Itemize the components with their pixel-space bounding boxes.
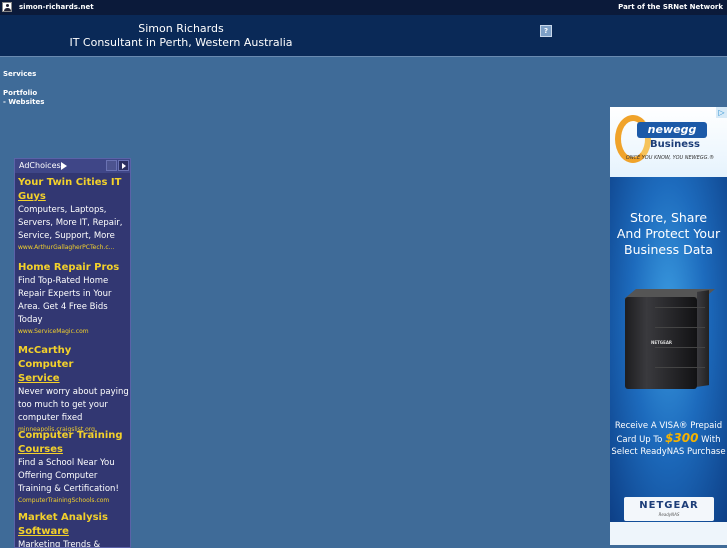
nas-device-label: NETGEAR [651, 340, 672, 345]
site-name[interactable]: simon-richards.net [19, 3, 94, 11]
ad-description: Never worry about paying too much to get… [18, 387, 129, 423]
banner-offer: Receive A VISA® Prepaid Card Up To $300 … [611, 421, 726, 457]
nas-bay [655, 307, 705, 322]
netgear-logo: NETGEAR ReadyNAS [624, 497, 714, 521]
ad-description: Computers, Laptops, Servers, More IT, Re… [18, 205, 123, 241]
site-owner-name: Simon Richards [138, 22, 224, 35]
nav-item-portfolio[interactable]: Portfolio [3, 89, 37, 97]
adchoices-icon[interactable] [61, 162, 67, 170]
site-header: Simon Richards IT Consultant in Perth, W… [0, 15, 727, 57]
nav-item-websites[interactable]: - Websites [3, 98, 44, 106]
netgear-subbrand: ReadyNAS [658, 512, 680, 517]
ad-title[interactable]: Your Twin Cities IT Guys [18, 176, 130, 204]
netgear-name: NETGEAR [639, 500, 699, 511]
ad-url[interactable]: www.ServiceMagic.com [18, 327, 130, 336]
ad-next-button[interactable] [118, 160, 129, 171]
adchoices-label[interactable]: AdChoices [19, 161, 61, 170]
top-bar: simon-richards.net Part of the SRNet Net… [0, 0, 727, 15]
ad-title[interactable]: McCarthy Computer Service [18, 344, 130, 386]
ad-description: Find Top-Rated Home Repair Experts in Yo… [18, 276, 112, 325]
ad-url[interactable]: ComputerTrainingSchools.com [18, 496, 130, 505]
newegg-business-label: Business [650, 139, 700, 150]
newegg-logo: newegg [637, 122, 707, 138]
ad-toolbar: AdChoices [15, 159, 130, 173]
banner-ad[interactable]: ▷ newegg Business ONCE YOU KNOW, YOU NEW… [610, 107, 727, 545]
newegg-slogan: ONCE YOU KNOW, YOU NEWEGG.® [625, 155, 715, 161]
ad-url[interactable]: www.ArthurGallagherPCTech.c... [18, 243, 130, 252]
help-icon[interactable]: ? [540, 25, 552, 37]
ad-prev-button[interactable] [106, 160, 117, 171]
ad-item[interactable]: Market Analysis Software Marketing Trends… [18, 511, 130, 548]
banner-footer-bg [610, 522, 727, 545]
nas-bay [655, 347, 705, 362]
network-link[interactable]: Part of the SRNet Network [618, 3, 723, 11]
user-icon [2, 2, 12, 12]
ad-description: Find a School Near You Offering Computer… [18, 458, 119, 494]
ad-item[interactable]: McCarthy Computer Service Never worry abo… [18, 344, 130, 434]
ad-info-icon[interactable]: ▷ [716, 107, 727, 118]
offer-amount: $300 [665, 431, 699, 445]
ad-description: Marketing Trends & [18, 540, 101, 548]
ad-title[interactable]: Market Analysis Software [18, 511, 130, 539]
text-ad-panel: AdChoices Your Twin Cities IT Guys Comput… [14, 158, 131, 548]
ad-item[interactable]: Home Repair Pros Find Top-Rated Home Rep… [18, 261, 130, 336]
ad-item[interactable]: Your Twin Cities IT Guys Computers, Lapto… [18, 176, 130, 252]
ad-item[interactable]: Computer Training Courses Find a School N… [18, 429, 130, 505]
nav-item-services[interactable]: Services [3, 70, 36, 78]
ad-title[interactable]: Home Repair Pros [18, 261, 130, 275]
banner-headline: Store, Share And Protect Your Business D… [616, 210, 721, 257]
site-tagline: IT Consultant in Perth, Western Australi… [69, 36, 293, 49]
ad-title[interactable]: Computer Training Courses [18, 429, 130, 457]
nas-bay [655, 367, 705, 382]
